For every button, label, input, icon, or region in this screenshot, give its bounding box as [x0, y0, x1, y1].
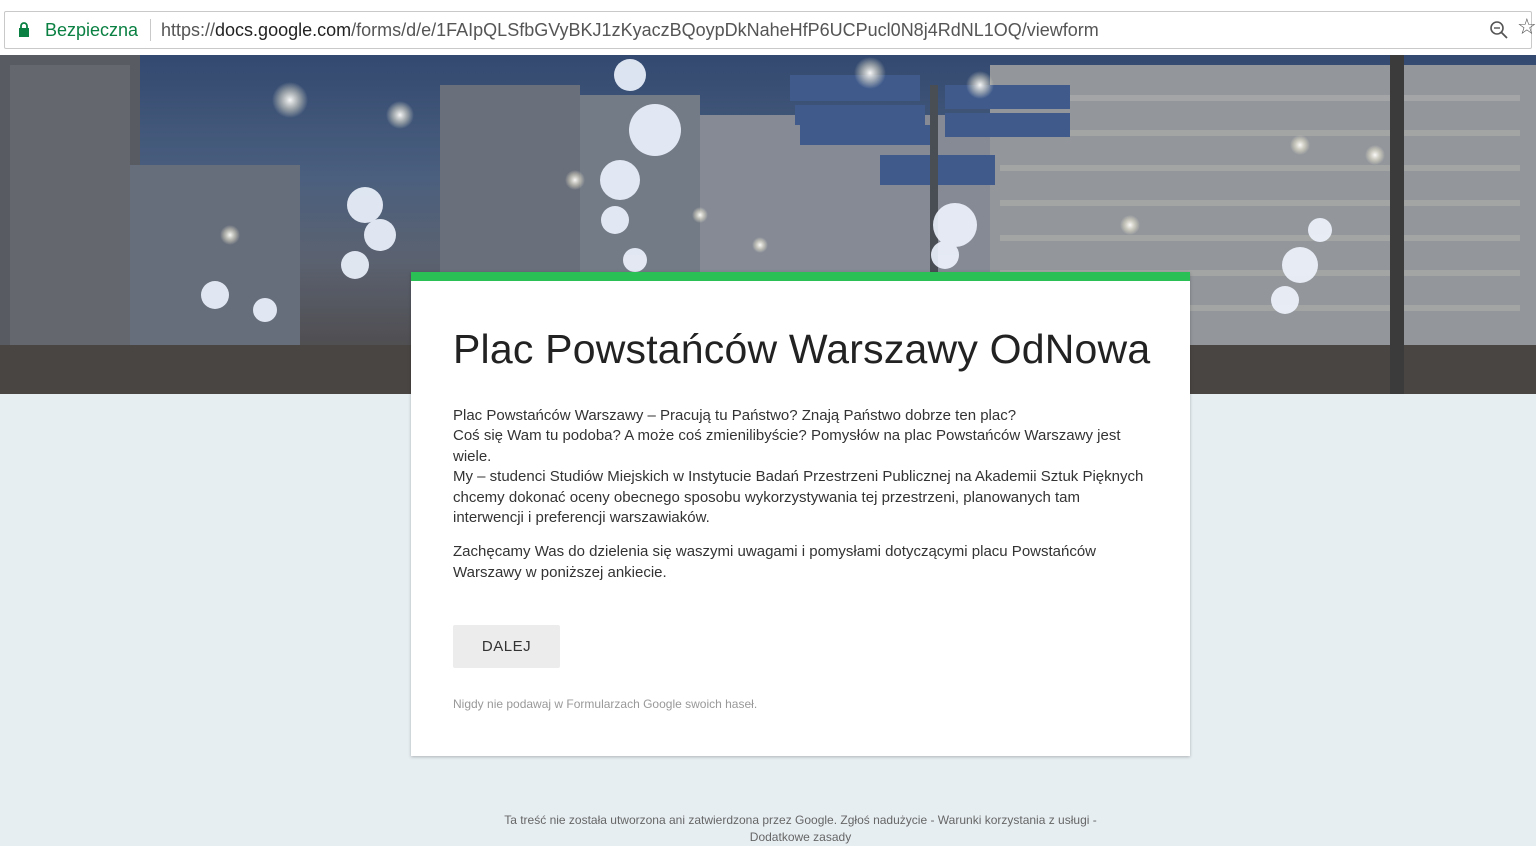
url-domain: docs.google.com	[215, 20, 352, 40]
url-bar[interactable]: Bezpieczna https://docs.google.com/forms…	[4, 11, 1536, 49]
description-line: My – studenci Studiów Miejskich w Instyt…	[453, 468, 1144, 527]
address-divider	[150, 19, 151, 41]
terms-link[interactable]: Warunki korzystania z usługi	[938, 813, 1090, 827]
description-line: Zachęcamy Was do dzielenia się waszymi u…	[453, 543, 1097, 581]
password-warning: Nigdy nie podawaj w Formularzach Google …	[453, 697, 758, 711]
url-prefix: https://	[161, 20, 216, 40]
bookmark-star-icon[interactable]: ☆	[1517, 16, 1536, 38]
form-card: Plac Powstańców Warszawy OdNowa Plac Pow…	[411, 272, 1190, 756]
browser-address-bar: Bezpieczna https://docs.google.com/forms…	[0, 0, 1536, 55]
form-description: Plac Powstańców Warszawy – Pracują tu Pa…	[453, 406, 1153, 583]
secure-label: Bezpieczna	[45, 20, 139, 40]
description-line: Coś się Wam tu podoba? A może coś zmieni…	[453, 427, 1121, 465]
report-abuse-link[interactable]: Zgłoś nadużycie	[840, 813, 927, 827]
url-path: /forms/d/e/1FAIpQLSfbGVyBKJ1zKyaczBQoypD…	[351, 20, 1099, 40]
next-button[interactable]: DALEJ	[453, 625, 560, 668]
additional-terms-link[interactable]: Dodatkowe zasady	[750, 830, 851, 844]
footer: Ta treść nie została utworzona ani zatwi…	[504, 813, 1097, 844]
url-text[interactable]: https://docs.google.com/forms/d/e/1FAIpQ…	[161, 20, 1099, 41]
lock-icon	[19, 22, 29, 37]
description-line: Plac Powstańców Warszawy – Pracują tu Pa…	[453, 407, 1017, 424]
zoom-icon[interactable]	[1489, 20, 1509, 40]
footer-disclaimer: Ta treść nie została utworzona ani zatwi…	[504, 813, 838, 827]
form-title: Plac Powstańców Warszawy OdNowa	[453, 326, 1151, 372]
form-accent-bar	[411, 272, 1190, 281]
